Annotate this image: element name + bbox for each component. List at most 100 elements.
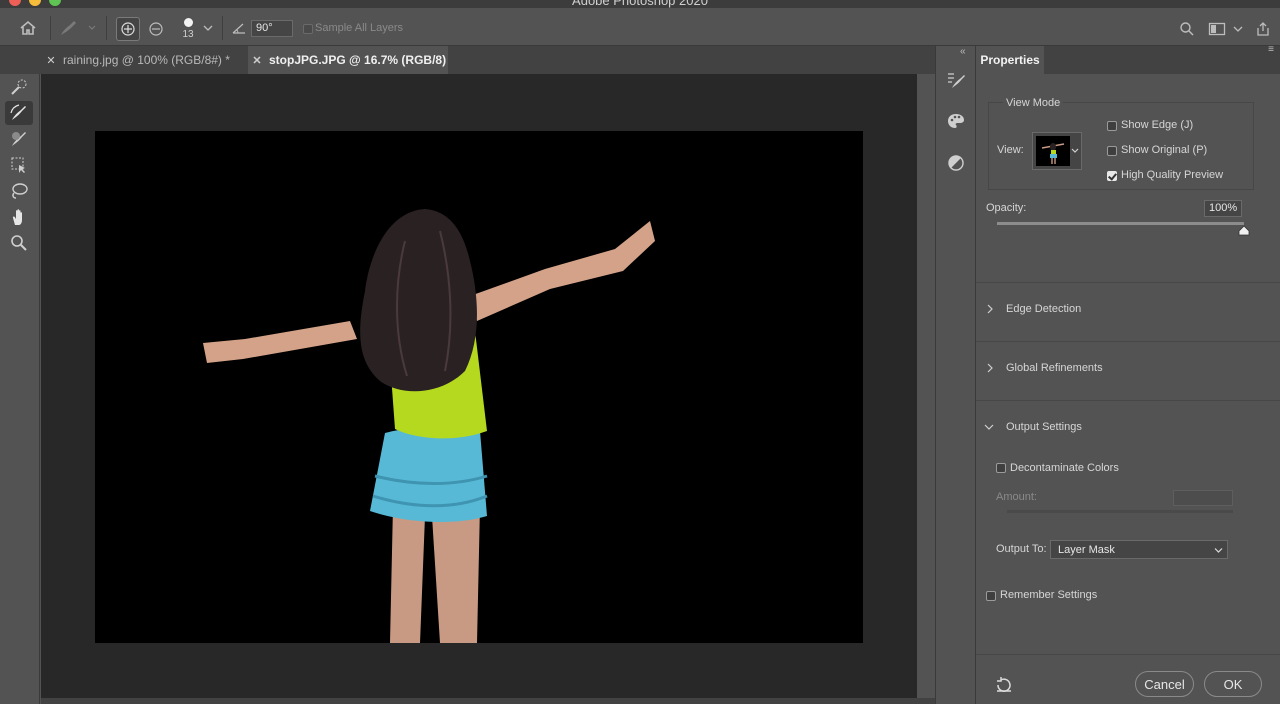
search-icon [1180,22,1194,36]
document-tabs: ✕ raining.jpg @ 100% (RGB/8#) * ✕ stopJP… [0,46,935,74]
quick-selection-icon [11,79,27,95]
workspace-chevron[interactable] [1231,22,1245,36]
plus-circle-icon [121,22,135,36]
show-edge-label: Show Edge (J) [1121,119,1194,131]
swatches-panel-button[interactable] [942,109,970,133]
close-tab-icon[interactable]: ✕ [248,54,266,67]
global-refinements-label: Global Refinements [1006,362,1103,374]
brush-options-chevron[interactable] [200,20,216,36]
edge-detection-label: Edge Detection [1006,303,1082,315]
opacity-label: Opacity: [986,202,1027,214]
adjustments-icon [948,155,964,171]
angle-icon [232,23,245,34]
tab-raining[interactable]: ✕ raining.jpg @ 100% (RGB/8#) * [42,46,246,74]
sample-all-layers-checkbox[interactable] [303,24,313,34]
high-quality-preview-label: High Quality Preview [1121,169,1224,181]
chevron-down-icon [1071,148,1079,153]
hand-tool[interactable] [5,205,33,229]
reset-button[interactable] [994,675,1014,695]
global-refinements-section[interactable]: Global Refinements [976,342,1280,400]
view-mode-thumbnail [1036,136,1070,166]
close-tab-icon[interactable]: ✕ [42,54,60,67]
collapse-panels-icon[interactable]: « [960,46,966,57]
properties-tab[interactable]: Properties [976,46,1044,74]
output-to-label: Output To: [996,543,1047,555]
subtract-from-selection-button[interactable] [144,17,168,41]
cancel-button[interactable]: Cancel [1135,671,1194,697]
canvas-area[interactable] [41,74,917,698]
opacity-input[interactable]: 100% [1204,200,1242,217]
refine-edge-brush-icon [10,104,26,120]
minus-circle-icon [149,22,163,36]
home-icon [20,20,36,35]
properties-panel: Properties ≡ View Mode View: Show Edge (… [976,44,1280,704]
zoom-icon [11,235,27,251]
brush-settings-panel-button[interactable] [942,68,970,92]
angle-icon-wrap [230,20,248,36]
angle-input[interactable]: 90° [251,20,293,37]
search-button[interactable] [1176,18,1198,40]
reset-icon [997,677,1011,692]
chevron-down-icon [203,25,213,31]
workspace-icon [1208,22,1226,36]
palette-icon [948,114,964,128]
share-button[interactable] [1252,18,1274,40]
quick-selection-tool[interactable] [5,75,33,99]
show-original-label: Show Original (P) [1121,144,1208,156]
panel-menu-icon[interactable]: ≡ [1268,44,1274,55]
decontaminate-colors-checkbox[interactable] [996,463,1006,473]
chevron-down-icon [1233,26,1243,32]
remember-settings-label: Remember Settings [1000,589,1098,601]
window-title: Adobe Photoshop 2020 [572,0,708,8]
amount-input [1173,490,1233,506]
object-selection-tool[interactable] [5,153,33,177]
object-selection-icon [11,157,25,173]
opacity-slider-thumb[interactable] [1238,225,1250,236]
workspace-button[interactable] [1206,18,1228,40]
high-quality-preview-checkbox[interactable] [1107,171,1117,181]
output-settings-label: Output Settings [1006,421,1082,433]
brush-size-picker[interactable]: 13 [178,14,198,44]
view-mode-selector[interactable] [1032,132,1082,170]
chevron-down-icon [1214,548,1223,553]
document-image[interactable] [95,131,863,643]
home-button[interactable] [14,16,42,40]
masked-photo-girl [203,209,655,643]
refine-edge-brush-tool[interactable] [5,101,33,125]
ok-button[interactable]: OK [1204,671,1262,697]
decontaminate-colors-label: Decontaminate Colors [1010,462,1119,474]
tab-stopjpg[interactable]: ✕ stopJPG.JPG @ 16.7% (RGB/8) [248,46,448,74]
output-to-value: Layer Mask [1058,544,1115,556]
remember-settings-checkbox[interactable] [986,591,996,601]
brush-tip-icon [183,18,193,27]
lasso-tool[interactable] [5,179,33,203]
properties-header: Properties ≡ [976,44,1280,74]
tab-label: raining.jpg @ 100% (RGB/8#) * [63,53,230,67]
brush-icon [12,132,26,146]
tools-panel: » [0,46,40,704]
status-bar [41,698,935,704]
show-original-checkbox[interactable] [1107,146,1117,156]
output-settings-header[interactable]: Output Settings [976,401,1280,441]
tab-label: stopJPG.JPG @ 16.7% (RGB/8) [269,53,447,67]
tool-preset-picker[interactable] [56,16,98,40]
chevron-right-icon [987,304,993,314]
brush-tool[interactable] [5,127,33,151]
edge-detection-section[interactable]: Edge Detection [976,283,1280,341]
opacity-slider-track[interactable] [997,222,1244,225]
collapsed-panels-strip: « [935,46,976,704]
amount-slider-track [1007,510,1233,513]
share-icon [1257,22,1269,36]
add-to-selection-button[interactable] [116,17,140,41]
lasso-icon [12,183,28,199]
title-bar: Adobe Photoshop 2020 [0,0,1280,8]
output-to-select[interactable]: Layer Mask [1050,540,1228,559]
refine-brush-preset-icon [61,21,96,35]
chevron-right-icon [987,363,993,373]
brush-settings-icon [948,73,965,88]
show-edge-checkbox[interactable] [1107,121,1117,131]
chevron-down-icon [984,424,994,430]
zoom-tool[interactable] [5,231,33,255]
adjustments-panel-button[interactable] [942,151,970,175]
view-label: View: [997,144,1024,156]
